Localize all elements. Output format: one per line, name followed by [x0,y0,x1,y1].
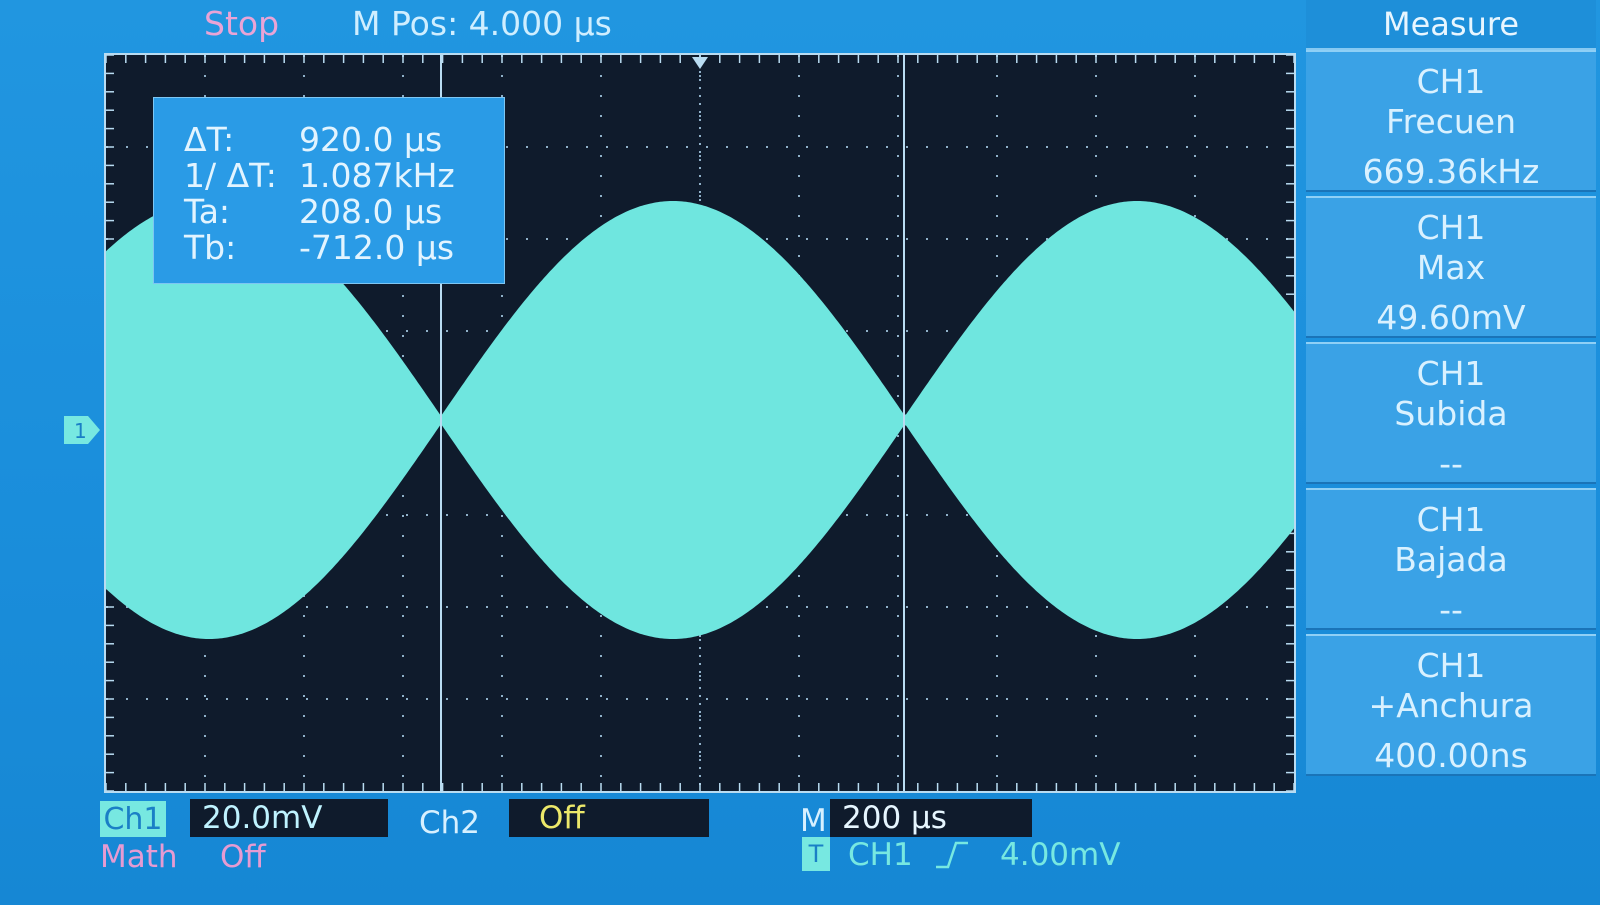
menu-item-value: -- [1439,444,1463,483]
ch2-volts-div: Off [509,799,709,837]
measure-menu: Measure CH1 Frecuen 669.36kHz CH1 Max 49… [1306,0,1596,800]
menu-item-source: CH1 [1416,500,1486,539]
tb-value: -712.0 µs [299,228,455,267]
menu-item-type: Bajada [1394,540,1508,579]
oscilloscope-screen: Stop M Pos: 4.000 µs 1 ΔT: 920.0 µs 1/ ΔT… [0,0,1600,905]
trigger-source: CH1 [848,837,913,873]
timebase-label: M [800,803,827,839]
menu-item-frequency[interactable]: CH1 Frecuen 669.36kHz [1306,50,1596,192]
tb-label: Tb: [184,228,237,267]
menu-item-type: Max [1416,248,1486,287]
math-label[interactable]: Math [100,839,178,875]
trigger-tag: T [802,837,830,871]
svg-text:1: 1 [74,419,87,443]
menu-item-source: CH1 [1416,646,1486,685]
menu-item-value: 669.36kHz [1362,152,1540,191]
menu-item-source: CH1 [1416,354,1486,393]
delta-t-value: 920.0 µs [299,120,443,159]
run-state: Stop [204,4,280,43]
inv-delta-t-label: 1/ ΔT: [184,156,277,195]
ta-label: Ta: [184,192,231,231]
trigger-position-marker [692,57,708,69]
horizontal-position: M Pos: 4.000 µs [352,4,612,43]
ch1-ground-marker: 1 [64,416,100,444]
menu-item-type: Frecuen [1385,102,1516,141]
math-value: Off [220,839,266,875]
rising-edge-icon [936,841,968,869]
menu-item-value: -- [1439,590,1463,629]
menu-item-type: +Anchura [1368,686,1534,725]
bottom-status-bar: Ch1 20.0mV Ch2 Off M 200 µs Math Off T C… [0,795,1600,905]
menu-item-type: Subida [1394,394,1508,433]
menu-title: Measure [1306,0,1596,50]
menu-item-value: 49.60mV [1376,298,1526,337]
ta-value: 208.0 µs [299,192,443,231]
timebase-value: 200 µs [830,799,1032,837]
menu-item-pos-width[interactable]: CH1 +Anchura 400.00ns [1306,634,1596,776]
menu-item-source: CH1 [1416,62,1486,101]
inv-delta-t-value: 1.087kHz [299,156,455,195]
delta-t-label: ΔT: [184,120,235,159]
ch2-tag[interactable]: Ch2 [419,805,480,841]
ch1-volts-div: 20.0mV [190,799,388,837]
menu-item-max[interactable]: CH1 Max 49.60mV [1306,196,1596,338]
menu-item-fall[interactable]: CH1 Bajada -- [1306,488,1596,630]
menu-item-source: CH1 [1416,208,1486,247]
menu-item-value: 400.00ns [1374,736,1528,775]
menu-item-rise[interactable]: CH1 Subida -- [1306,342,1596,484]
ch1-tag[interactable]: Ch1 [100,801,166,837]
trigger-level: 4.00mV [1000,837,1121,873]
cursor-readout: ΔT: 920.0 µs 1/ ΔT: 1.087kHz Ta: 208.0 µs T… [153,97,505,284]
